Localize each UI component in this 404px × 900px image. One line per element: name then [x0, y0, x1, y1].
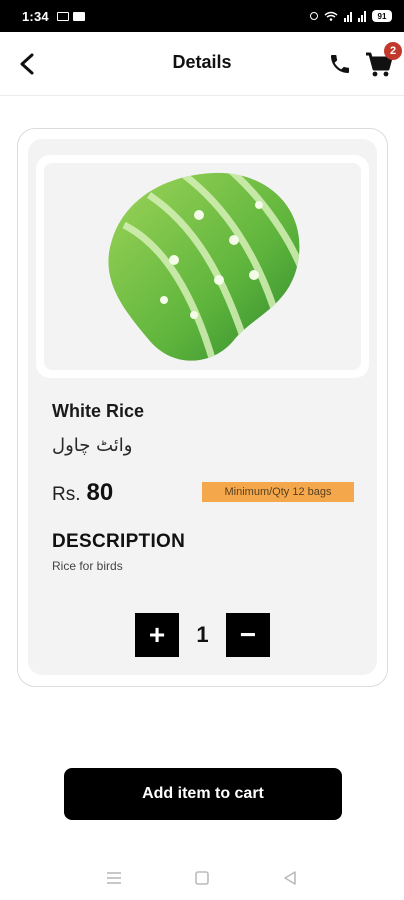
product-image-frame — [36, 155, 369, 378]
home-button[interactable] — [187, 863, 217, 893]
signal-icon-1 — [344, 11, 352, 22]
wifi-icon — [324, 11, 338, 21]
status-time: 1:34 — [22, 8, 49, 24]
product-image-area — [44, 163, 361, 370]
laptop-icon — [56, 11, 69, 21]
call-button[interactable] — [326, 50, 354, 78]
decrement-button[interactable]: − — [226, 613, 270, 657]
product-card: White Rice وائٹ چاول Rs. 80 Minimum/Qty … — [17, 128, 388, 687]
product-image — [108, 172, 300, 361]
recents-button[interactable] — [99, 863, 129, 893]
alarm-icon — [310, 12, 318, 20]
app-header: Details 2 — [0, 32, 404, 96]
product-name: White Rice — [52, 401, 145, 421]
price-row: Rs. 80 — [52, 479, 113, 507]
menu-icon — [107, 872, 121, 884]
description-text: Rice for birds — [52, 559, 123, 573]
quantity-stepper: + 1 − — [135, 613, 270, 657]
quantity-value: 1 — [196, 622, 209, 647]
status-system-icons: 91 — [310, 10, 392, 22]
battery-icon: 91 — [372, 10, 392, 22]
increment-button[interactable]: + — [135, 613, 179, 657]
price-currency: Rs. — [52, 484, 81, 505]
media-icon — [72, 11, 85, 21]
phone-icon — [331, 55, 349, 73]
cart-count-badge: 2 — [384, 42, 402, 60]
add-to-cart-button[interactable]: Add item to cart — [64, 768, 342, 820]
triangle-back-icon — [284, 871, 296, 885]
minimum-quantity-badge: Minimum/Qty 12 bags — [202, 482, 354, 502]
product-details-panel: White Rice وائٹ چاول Rs. 80 Minimum/Qty … — [28, 139, 377, 675]
status-notification-icons — [56, 11, 85, 21]
description-heading: DESCRIPTION — [52, 531, 186, 552]
price-value: 80 — [86, 479, 114, 506]
square-icon — [195, 871, 209, 885]
system-nav-bar — [0, 856, 404, 900]
product-name-urdu: وائٹ چاول — [52, 435, 133, 456]
signal-icon-2 — [358, 10, 366, 22]
cart-button[interactable]: 2 — [364, 42, 402, 80]
status-bar: 1:34 91 — [0, 0, 404, 32]
system-back-button[interactable] — [275, 863, 305, 893]
